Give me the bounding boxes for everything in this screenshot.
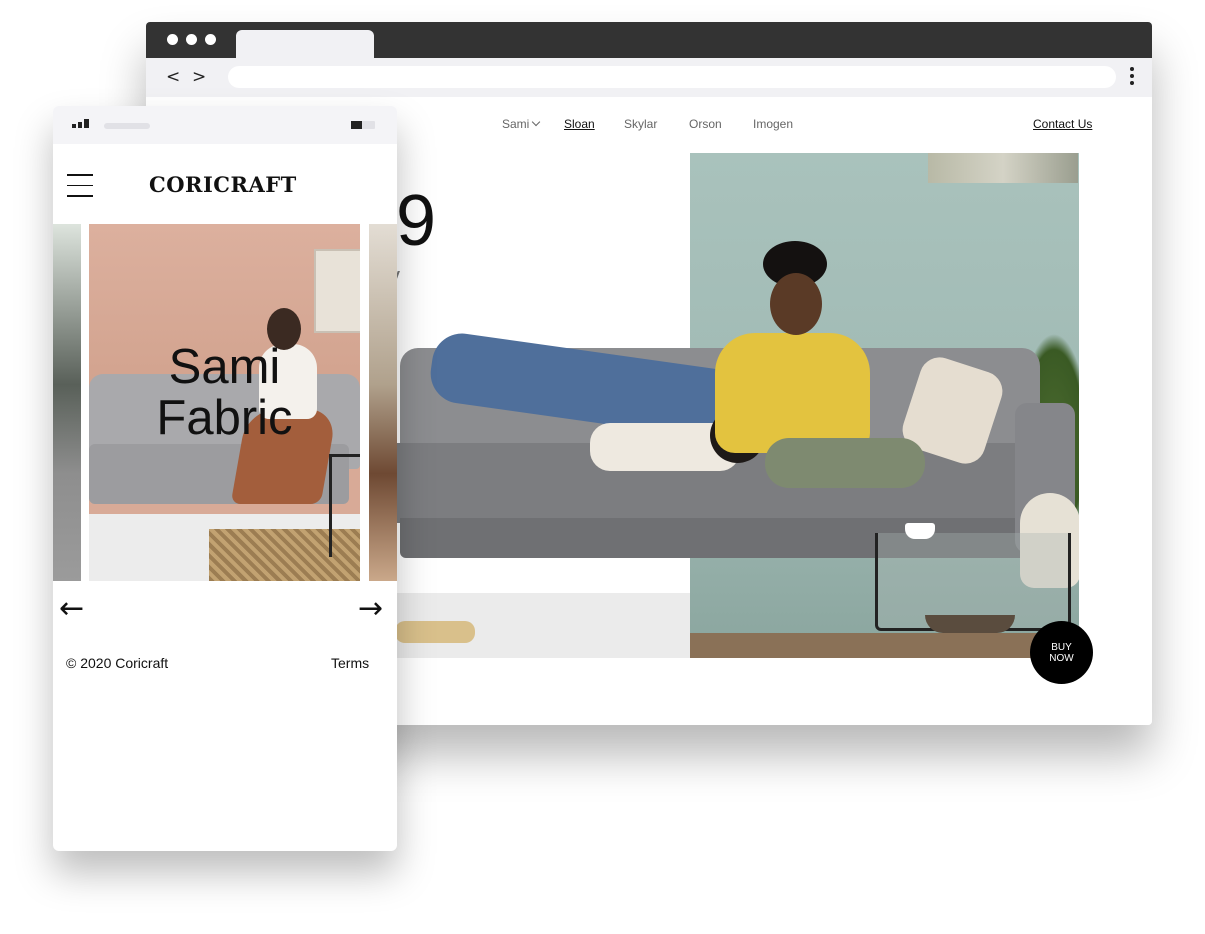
battery-icon [351,121,375,129]
wall-painting [928,153,1078,183]
slide-title: Sami Fabric [89,342,360,444]
window-dot-close[interactable] [167,34,178,45]
brand-logo[interactable]: CORICRAFT [149,172,297,197]
slide-wall-frame [314,249,360,333]
signal-bar-2 [78,122,82,128]
forward-icon[interactable]: > [192,66,206,88]
window-dot-minimize[interactable] [186,34,197,45]
nav-item-sami[interactable]: Sami [502,117,541,131]
browser-tab[interactable] [236,30,374,59]
signal-bar-3 [84,119,89,128]
hero-rug [690,633,1079,658]
window-dot-maximize[interactable] [205,34,216,45]
contact-us-link[interactable]: Contact Us [1033,117,1092,131]
slide-side-table [329,454,360,557]
nav-item-imogen[interactable]: Imogen [753,117,793,131]
copyright-text: © 2020 Coricraft [66,655,169,671]
carousel-current-slide[interactable]: Sami Fabric [89,224,360,581]
slide-title-line-2: Fabric [156,391,293,445]
phone-status-bar [53,106,397,144]
bowl [925,615,1015,633]
person-sitting-blouse [715,333,870,453]
nav-item-sloan[interactable]: Sloan [564,117,595,131]
browser-toolbar: < > [146,58,1152,97]
mobile-device: CORICRAFT Sami Fabric ← → © 2020 Coricra… [53,106,397,851]
buy-now-label-1: BUY [1051,641,1072,653]
buy-now-label-2: NOW [1049,652,1074,664]
back-icon[interactable]: < [166,66,180,88]
nav-item-orson[interactable]: Orson [689,117,722,131]
carousel-prev-slide[interactable] [53,224,81,581]
nav-item-skylar[interactable]: Skylar [624,117,657,131]
coffee-cup [905,523,935,539]
shoes [395,621,475,643]
slide-title-line-1: Sami [168,340,281,394]
menu-icon[interactable] [67,174,93,197]
person-sitting-legs [765,438,925,488]
terms-link[interactable]: Terms [331,655,369,671]
hero-image [370,153,1079,658]
signal-bar-1 [72,124,76,128]
arrow-left-icon[interactable]: ← [59,594,84,624]
browser-menu-icon[interactable] [1130,67,1134,87]
arrow-right-icon[interactable]: → [358,594,383,624]
browser-title-bar [146,22,1152,59]
chevron-down-icon [532,117,541,127]
carousel-next-slide[interactable] [369,224,397,581]
buy-now-button[interactable]: BUY NOW [1030,621,1093,684]
address-bar[interactable] [228,66,1116,88]
status-pill [104,123,150,129]
person-sitting-head [770,273,822,335]
